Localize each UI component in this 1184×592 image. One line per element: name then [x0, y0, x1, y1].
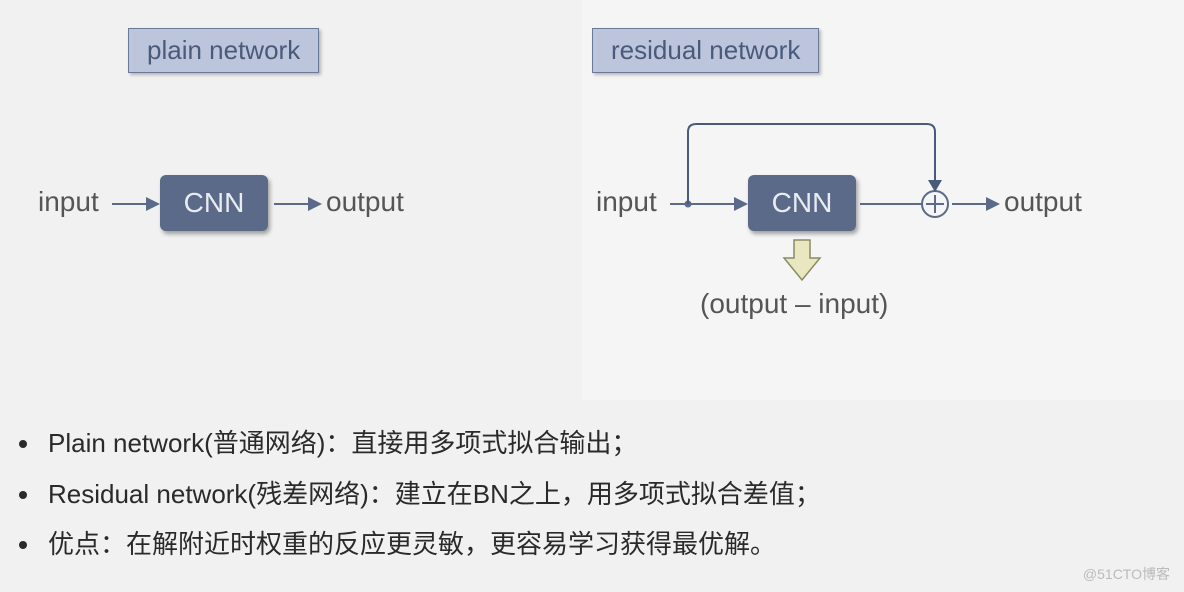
bullet-item: Plain network(普通网络)：直接用多项式拟合输出； [42, 418, 1142, 469]
left-output-label: output [326, 186, 404, 218]
right-arrow-out-icon [950, 186, 1000, 222]
right-output-label: output [1004, 186, 1082, 218]
left-arrow-out-icon [272, 186, 322, 222]
watermark: @51CTO博客 [1083, 564, 1170, 584]
bullet-item: 优点：在解附近时权重的反应更灵敏，更容易学习获得最优解。 [42, 519, 1142, 570]
bullet-item: Residual network(残差网络)：建立在BN之上，用多项式拟合差值； [42, 469, 1142, 520]
residual-title-box: residual network [592, 28, 819, 73]
bullet-list: Plain network(普通网络)：直接用多项式拟合输出； Residual… [22, 418, 1142, 570]
down-arrow-icon [782, 238, 822, 282]
left-input-label: input [38, 186, 99, 218]
left-arrow-in-icon [110, 186, 160, 222]
right-input-label: input [596, 186, 657, 218]
residual-below-label: (output – input) [700, 288, 888, 320]
left-cnn-box: CNN [160, 175, 268, 231]
skip-connection-icon [684, 120, 944, 210]
plain-title-box: plain network [128, 28, 319, 73]
